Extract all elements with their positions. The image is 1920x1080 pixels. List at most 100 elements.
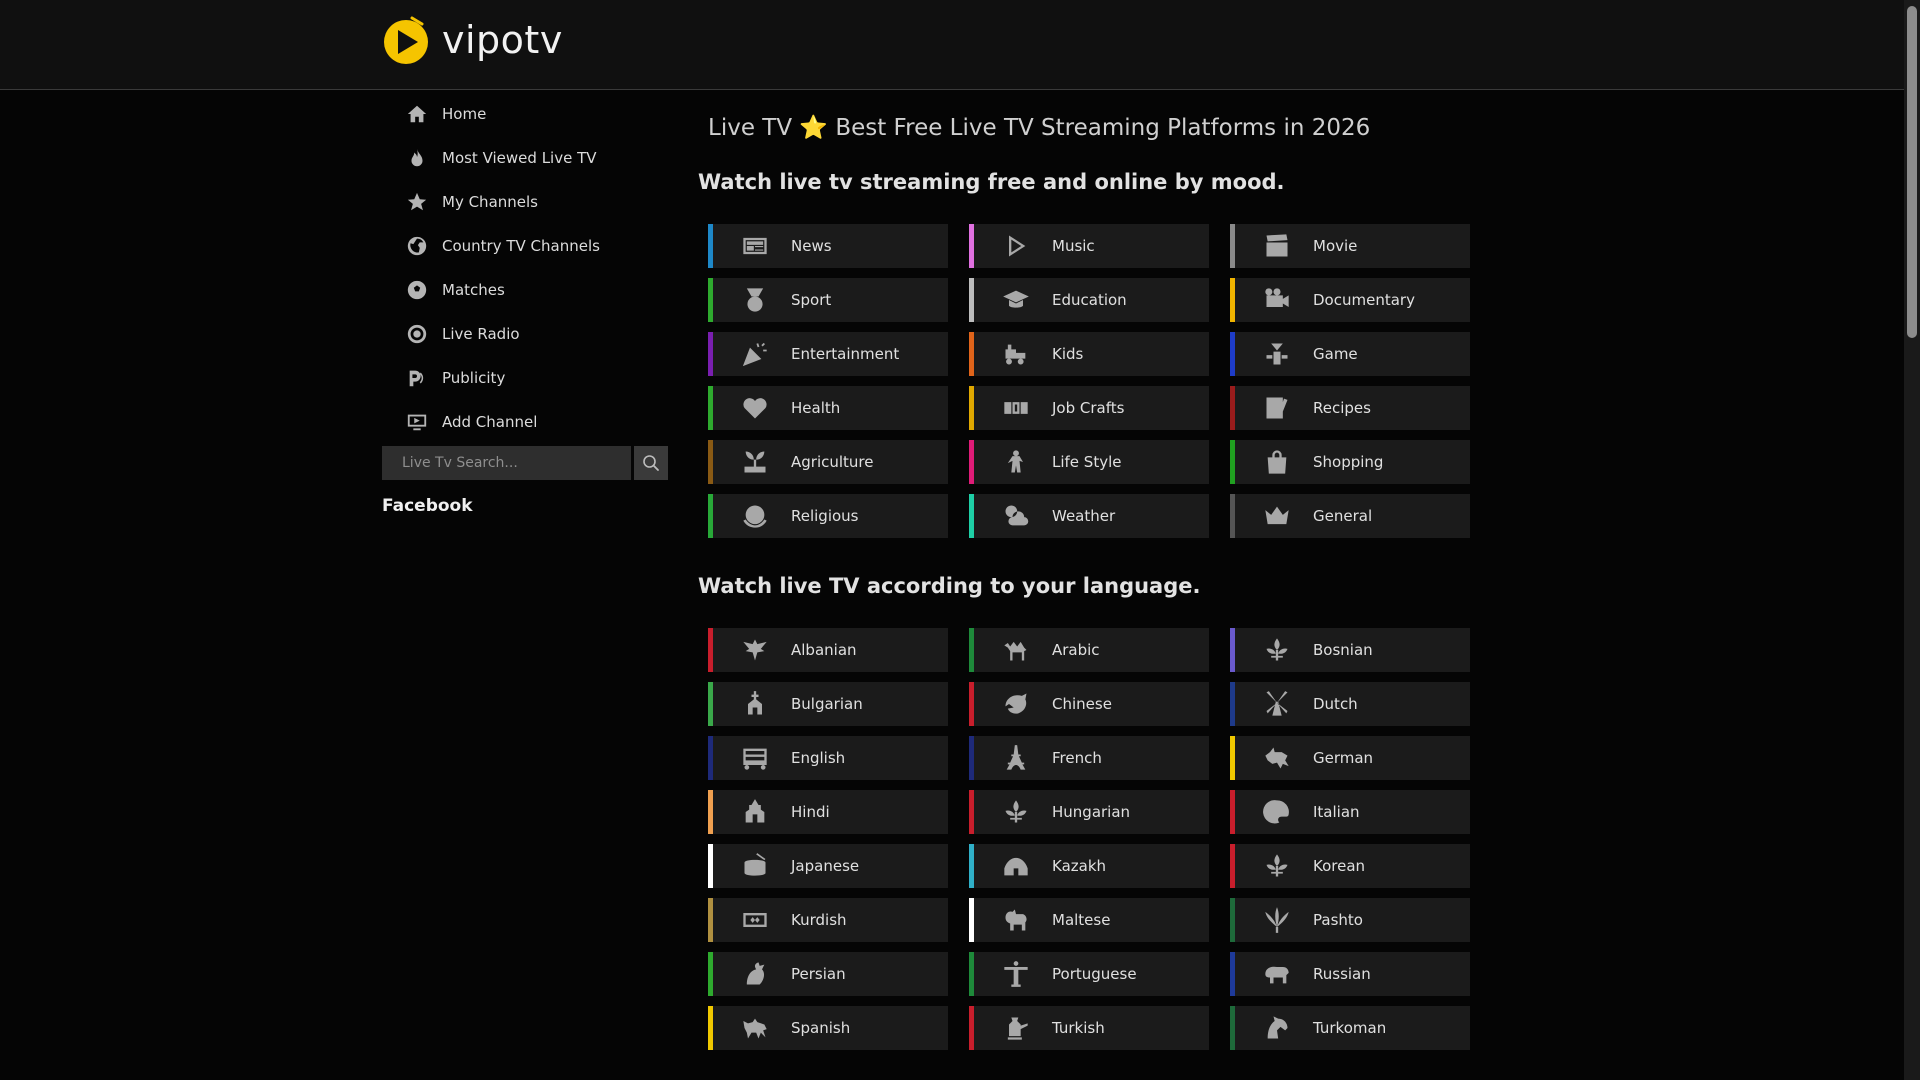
mood-tile-entertainment[interactable]: Entertainment — [708, 332, 948, 376]
language-tile-bulgarian[interactable]: Bulgarian — [708, 682, 948, 726]
tile-label: Game — [1313, 345, 1358, 363]
home-icon — [406, 103, 442, 125]
language-tile-italian[interactable]: Italian — [1230, 790, 1470, 834]
griffin-icon — [739, 958, 771, 990]
mood-tile-agriculture[interactable]: Agriculture — [708, 440, 948, 484]
nav-item-home[interactable]: Home — [382, 92, 668, 136]
tile-label: Arabic — [1052, 641, 1100, 659]
mood-tile-music[interactable]: Music — [969, 224, 1209, 268]
mood-tile-shopping[interactable]: Shopping — [1230, 440, 1470, 484]
eiffel-tower-icon — [1000, 742, 1032, 774]
nav-item-label: Country TV Channels — [442, 237, 600, 255]
language-tile-german[interactable]: German — [1230, 736, 1470, 780]
clapperboard-icon — [1261, 230, 1293, 262]
graduation-cap-icon — [1000, 284, 1032, 316]
mood-tile-religious[interactable]: Religious — [708, 494, 948, 538]
language-tile-portuguese[interactable]: Portuguese — [969, 952, 1209, 996]
language-tile-maltese[interactable]: Maltese — [969, 898, 1209, 942]
crown-icon — [1261, 500, 1293, 532]
radio-icon — [406, 323, 442, 345]
mood-tile-health[interactable]: Health — [708, 386, 948, 430]
search-input[interactable] — [382, 446, 631, 480]
tile-label: Sport — [791, 291, 832, 309]
nav-item-matches[interactable]: Matches — [382, 268, 668, 312]
language-tile-korean[interactable]: Korean — [1230, 844, 1470, 888]
tile-label: Bulgarian — [791, 695, 863, 713]
mood-tile-kids[interactable]: Kids — [969, 332, 1209, 376]
language-tile-turkish[interactable]: Turkish — [969, 1006, 1209, 1050]
play-icon — [1000, 230, 1032, 262]
page-title: Live TV ⭐ Best Free Live TV Streaming Pl… — [708, 115, 1371, 141]
language-tile-turkoman[interactable]: Turkoman — [1230, 1006, 1470, 1050]
nav-item-country-tv-channels[interactable]: Country TV Channels — [382, 224, 668, 268]
mood-tile-documentary[interactable]: Documentary — [1230, 278, 1470, 322]
mood-tile-general[interactable]: General — [1230, 494, 1470, 538]
shopping-bag-icon — [1261, 446, 1293, 478]
mood-tile-news[interactable]: News — [708, 224, 948, 268]
nav-item-add-channel[interactable]: Add Channel — [382, 400, 668, 444]
language-tile-english[interactable]: English — [708, 736, 948, 780]
language-tile-kazakh[interactable]: Kazakh — [969, 844, 1209, 888]
language-tile-japanese[interactable]: Japanese — [708, 844, 948, 888]
mood-tile-game[interactable]: Game — [1230, 332, 1470, 376]
logo[interactable]: vipotv — [382, 12, 563, 68]
tile-label: General — [1313, 507, 1373, 525]
tile-label: Japanese — [791, 857, 860, 875]
language-tile-spanish[interactable]: Spanish — [708, 1006, 948, 1050]
language-tile-french[interactable]: French — [969, 736, 1209, 780]
tile-label: Russian — [1313, 965, 1371, 983]
camel-icon — [1000, 634, 1032, 666]
language-tile-dutch[interactable]: Dutch — [1230, 682, 1470, 726]
mood-tile-weather[interactable]: Weather — [969, 494, 1209, 538]
mood-tile-life-style[interactable]: Life Style — [969, 440, 1209, 484]
yurt-icon — [1000, 850, 1032, 882]
language-tile-bosnian[interactable]: Bosnian — [1230, 628, 1470, 672]
nav-item-my-channels[interactable]: My Channels — [382, 180, 668, 224]
search-bar — [382, 446, 668, 480]
language-tile-persian[interactable]: Persian — [708, 952, 948, 996]
globe-icon — [406, 235, 442, 257]
mood-tile-job-crafts[interactable]: Job Crafts — [969, 386, 1209, 430]
mood-tile-recipes[interactable]: Recipes — [1230, 386, 1470, 430]
wolf-icon — [1261, 742, 1293, 774]
palette-icon — [1261, 796, 1293, 828]
coffee-pot-icon — [1000, 1012, 1032, 1044]
tile-label: Entertainment — [791, 345, 900, 363]
language-tile-pashto[interactable]: Pashto — [1230, 898, 1470, 942]
scrollbar-thumb[interactable] — [1907, 6, 1917, 338]
nav-item-live-radio[interactable]: Live Radio — [382, 312, 668, 356]
tile-label: Job Crafts — [1052, 399, 1125, 417]
party-popper-icon — [739, 338, 771, 370]
mood-grid: News Music Movie Sport Education Documentary E… — [708, 224, 1478, 538]
church-icon — [739, 688, 771, 720]
language-tile-hungarian[interactable]: Hungarian — [969, 790, 1209, 834]
mood-tile-sport[interactable]: Sport — [708, 278, 948, 322]
language-tile-arabic[interactable]: Arabic — [969, 628, 1209, 672]
search-icon — [643, 455, 659, 471]
tile-label: Recipes — [1313, 399, 1371, 417]
tile-label: Agriculture — [791, 453, 874, 471]
mood-tile-education[interactable]: Education — [969, 278, 1209, 322]
nav-item-most-viewed-live-tv[interactable]: Most Viewed Live TV — [382, 136, 668, 180]
star-icon — [406, 191, 442, 213]
search-button[interactable] — [634, 446, 668, 480]
christ-statue-icon — [1000, 958, 1032, 990]
tile-label: Kazakh — [1052, 857, 1107, 875]
page-scrollbar[interactable] — [1904, 0, 1920, 1080]
globe-hands-icon — [739, 500, 771, 532]
language-tile-albanian[interactable]: Albanian — [708, 628, 948, 672]
tile-label: Kids — [1052, 345, 1084, 363]
language-tile-chinese[interactable]: Chinese — [969, 682, 1209, 726]
fleur-de-lis-icon — [1261, 850, 1293, 882]
drum-icon — [739, 850, 771, 882]
facebook-link[interactable]: Facebook — [382, 496, 668, 516]
job-icon — [1000, 392, 1032, 424]
tile-label: Turkoman — [1313, 1019, 1387, 1037]
language-tile-russian[interactable]: Russian — [1230, 952, 1470, 996]
mood-tile-movie[interactable]: Movie — [1230, 224, 1470, 268]
nav-item-publicity[interactable]: Publicity — [382, 356, 668, 400]
language-tile-hindi[interactable]: Hindi — [708, 790, 948, 834]
tile-label: Turkish — [1052, 1019, 1105, 1037]
language-tile-kurdish[interactable]: Kurdish — [708, 898, 948, 942]
toy-train-icon — [1000, 338, 1032, 370]
